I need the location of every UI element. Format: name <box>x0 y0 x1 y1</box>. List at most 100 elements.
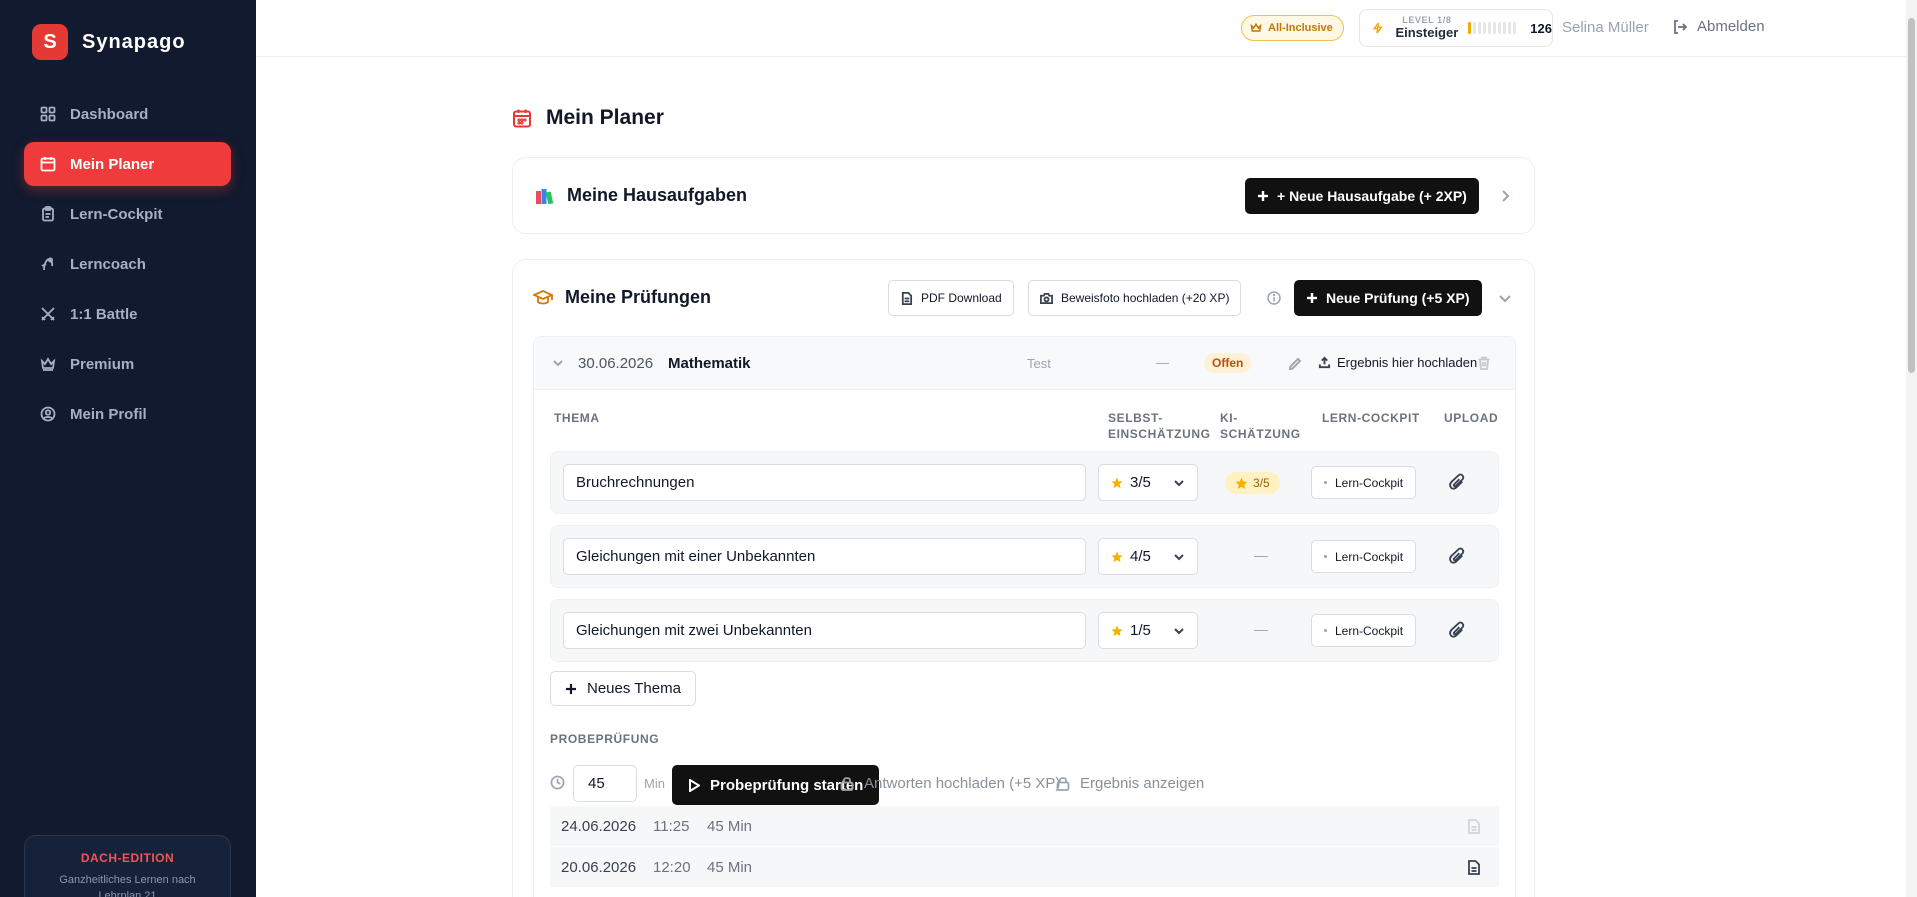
paperclip-icon[interactable] <box>1448 621 1467 640</box>
topic-row: Bruchrechnungen 3/5 3/5 Lern-Cockpit <box>550 451 1499 514</box>
user-circle-icon <box>40 406 56 422</box>
sidebar-nav: Dashboard Mein Planer Lern-Cockpit Lernc… <box>24 92 231 442</box>
self-rating-select[interactable]: 4/5 <box>1098 538 1198 575</box>
play-icon <box>689 778 700 792</box>
self-rating-value: 1/5 <box>1130 622 1151 639</box>
lern-cockpit-button[interactable]: Lern-Cockpit <box>1311 540 1417 573</box>
homework-title[interactable]: Meine Hausaufgaben <box>535 185 747 206</box>
chevron-down-icon <box>1174 628 1184 635</box>
new-topic-button[interactable]: Neues Thema <box>550 671 696 706</box>
upload-result-label: Ergebnis hier hochladen <box>1337 355 1478 370</box>
proof-photo-label: Beweisfoto hochladen (+20 XP) <box>1061 291 1230 305</box>
level-progress-segment <box>1473 22 1477 34</box>
ki-rating-badge: 3/5 <box>1225 472 1280 494</box>
self-rating-select[interactable]: 3/5 <box>1098 464 1198 501</box>
plan-badge-label: All-Inclusive <box>1268 22 1333 34</box>
level-progress-segment <box>1468 22 1472 34</box>
books-icon <box>536 188 554 204</box>
probe-history-date: 24.06.2026 <box>561 817 637 835</box>
ki-rating-value: 3/5 <box>1253 476 1270 490</box>
sidebar-item-lerncoach[interactable]: Lerncoach <box>24 242 231 286</box>
ki-rating-value: — <box>1254 621 1268 637</box>
chevron-down-icon <box>1174 480 1184 487</box>
new-exam-button[interactable]: Neue Prüfung (+5 XP) <box>1294 280 1482 316</box>
pencil-icon[interactable] <box>1288 357 1302 371</box>
show-result-locked: Ergebnis anzeigen <box>1056 775 1204 792</box>
exam-subject: Mathematik <box>668 355 751 372</box>
probe-history-time: 12:20 <box>653 858 691 876</box>
level-progress-bar <box>1468 22 1517 34</box>
level-progress-segment <box>1508 22 1512 34</box>
sidebar-item-mein-planer[interactable]: Mein Planer <box>24 142 231 186</box>
sidebar-item-battle[interactable]: 1:1 Battle <box>24 292 231 336</box>
sidebar-item-dashboard[interactable]: Dashboard <box>24 92 231 136</box>
topic-input[interactable]: Gleichungen mit einer Unbekannten <box>563 538 1086 575</box>
scrollbar-thumb[interactable] <box>1908 18 1915 373</box>
chevron-right-icon[interactable] <box>1498 189 1512 203</box>
pdf-download-button[interactable]: PDF Download <box>888 280 1014 316</box>
chevron-down-icon[interactable] <box>552 357 564 369</box>
sidebar-item-premium[interactable]: Premium <box>24 342 231 386</box>
info-icon[interactable] <box>1267 291 1281 305</box>
column-header-ki-rating: KI- SCHÄTZUNG <box>1220 411 1301 442</box>
brand-name: Synapago <box>82 30 186 53</box>
level-box[interactable]: LEVEL 1/8 Einsteiger 126 <box>1359 9 1553 47</box>
bolt-icon <box>1372 22 1383 34</box>
column-header-upload: UPLOAD <box>1444 411 1499 425</box>
page-scrollbar[interactable] <box>1906 0 1917 897</box>
level-progress-segment <box>1483 22 1487 34</box>
grid-icon <box>40 106 56 122</box>
probe-minutes-input[interactable]: 45 <box>573 765 637 802</box>
probe-history-duration: 45 Min <box>707 858 753 876</box>
trash-icon[interactable] <box>1477 356 1491 370</box>
sidebar-item-mein-profil[interactable]: Mein Profil <box>24 392 231 436</box>
lock-icon <box>840 777 854 791</box>
paperclip-icon[interactable] <box>1448 547 1467 566</box>
brand-logo: S <box>32 24 68 60</box>
exams-title-text: Meine Prüfungen <box>565 287 712 307</box>
chevron-down-icon[interactable] <box>1498 291 1512 305</box>
crown-icon <box>40 357 56 371</box>
logout-button[interactable]: Abmelden <box>1672 18 1765 35</box>
lern-cockpit-button[interactable]: Lern-Cockpit <box>1311 614 1417 647</box>
probe-minutes-unit: Min <box>644 776 665 791</box>
sidebar-item-label: Lern-Cockpit <box>70 205 163 223</box>
page-title-text: Mein Planer <box>546 106 664 129</box>
topic-input[interactable]: Bruchrechnungen <box>563 464 1086 501</box>
probe-exam-label: PROBEPRÜFUNG <box>550 732 660 746</box>
lock-icon <box>1056 777 1070 791</box>
brand[interactable]: S Synapago <box>32 24 186 60</box>
new-topic-label: Neues Thema <box>587 680 681 697</box>
dot-icon <box>1324 481 1327 484</box>
sidebar-item-label: Dashboard <box>70 105 149 123</box>
upload-result-button[interactable]: Ergebnis hier hochladen <box>1318 355 1477 370</box>
self-rating-value: 3/5 <box>1130 474 1151 491</box>
sidebar-item-label: 1:1 Battle <box>70 305 138 323</box>
probe-history-date: 20.06.2026 <box>561 858 637 876</box>
exam-header[interactable]: 30.06.2026 Mathematik Test — Offen Ergeb… <box>534 337 1515 390</box>
coach-icon <box>41 257 54 271</box>
probe-history-row[interactable]: 20.06.2026 12:20 45 Min <box>550 847 1499 887</box>
sidebar-item-label: Mein Planer <box>70 155 155 173</box>
lern-cockpit-button[interactable]: Lern-Cockpit <box>1311 466 1417 499</box>
self-rating-select[interactable]: 1/5 <box>1098 612 1198 649</box>
sidebar-item-lern-cockpit[interactable]: Lern-Cockpit <box>24 192 231 236</box>
paperclip-icon[interactable] <box>1448 473 1467 492</box>
lern-cockpit-label: Lern-Cockpit <box>1335 549 1404 564</box>
new-homework-button[interactable]: + Neue Hausaufgabe (+ 2XP) <box>1245 178 1479 214</box>
probe-history-row[interactable]: 24.06.2026 11:25 45 Min <box>550 806 1499 846</box>
proof-photo-button[interactable]: Beweisfoto hochladen (+20 XP) <box>1028 280 1242 316</box>
column-header-self-rating: SELBST- EINSCHÄTZUNG <box>1108 411 1211 442</box>
logout-icon <box>1674 19 1688 34</box>
chevron-down-icon <box>1174 554 1184 561</box>
topic-input[interactable]: Gleichungen mit zwei Unbekannten <box>563 612 1086 649</box>
document-icon[interactable] <box>1467 859 1481 875</box>
camera-icon <box>1040 292 1053 304</box>
topic-row: Gleichungen mit einer Unbekannten 4/5 — … <box>550 525 1499 588</box>
plus-icon <box>566 683 576 694</box>
sidebar-item-label: Lerncoach <box>70 255 146 273</box>
page-title: Mein Planer <box>512 106 664 130</box>
topbar: All-Inclusive LEVEL 1/8 Einsteiger 126 S… <box>256 0 1906 57</box>
upload-icon <box>1318 356 1331 369</box>
exams-title[interactable]: Meine Prüfungen <box>533 287 711 308</box>
